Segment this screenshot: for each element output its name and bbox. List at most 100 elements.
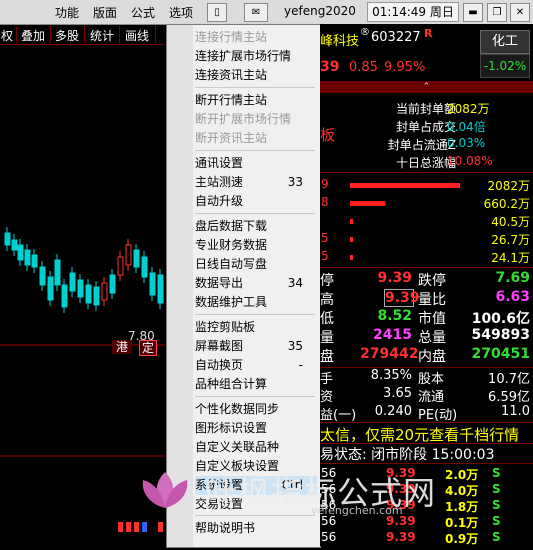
- menu-separator: [195, 87, 315, 88]
- mail-icon[interactable]: ✉: [244, 3, 268, 22]
- menu-item[interactable]: 专业财务数据: [195, 236, 317, 255]
- candle-body: [17, 244, 24, 261]
- candle-body: [133, 249, 140, 268]
- stock-code: 603227: [371, 30, 421, 45]
- menu-item-label: 断开行情主站: [195, 93, 268, 107]
- menu-item[interactable]: 连接扩展市场行情: [195, 47, 317, 66]
- menu-item-shortcut: -: [298, 358, 303, 372]
- menu-item-label: 品种组合计算: [195, 377, 268, 391]
- tick-flag: S: [492, 530, 501, 544]
- minimize-icon[interactable]: ▬: [463, 3, 483, 22]
- user-name[interactable]: yefeng2020: [284, 4, 356, 18]
- order-value: 2082万: [487, 179, 530, 193]
- top-menu-bar: 功能 版面 公式 选项 ▯ ✉ yefeng2020 01:14:49 周日 ▬…: [0, 0, 533, 25]
- menu-item-shortcut: 33: [287, 175, 303, 189]
- quote-label: 市值: [418, 311, 446, 327]
- quote-label: 量: [320, 330, 334, 346]
- quote-value: 2415: [373, 327, 412, 343]
- volume-bar: [158, 522, 163, 532]
- clock: 01:14:49 周日: [367, 2, 459, 22]
- candle-body: [109, 274, 116, 294]
- order-bar: [350, 237, 353, 242]
- menu-item-label: 通讯设置: [195, 156, 244, 170]
- toolbar-overlay[interactable]: 叠加: [21, 27, 45, 44]
- menu-item-label: 数据维护工具: [195, 295, 268, 309]
- seal-value: 10.08%: [447, 154, 493, 168]
- close-icon[interactable]: ✕: [510, 3, 530, 22]
- menu-item[interactable]: 图形标识设置: [195, 419, 317, 438]
- volume-bar: [134, 522, 139, 532]
- toolbar-rights[interactable]: 权: [1, 27, 13, 44]
- menu-separator: [195, 213, 315, 214]
- phone-icon[interactable]: ▯: [207, 3, 227, 22]
- menu-item[interactable]: 断开行情主站: [195, 91, 317, 110]
- menu-item[interactable]: 帮助说明书: [195, 519, 317, 538]
- menu-item[interactable]: 自动升级: [195, 192, 317, 211]
- menu-item[interactable]: 品种组合计算: [195, 375, 317, 394]
- candle-body: [31, 254, 38, 268]
- menu-item-label: 数据导出: [195, 276, 244, 290]
- candle-body: [54, 259, 61, 286]
- quote-value: 549893: [471, 327, 530, 343]
- menu-item: 断开资讯主站: [195, 129, 317, 148]
- candle-body: [4, 232, 11, 246]
- fund-label: 股本: [418, 372, 445, 387]
- sector-button[interactable]: 化工: [480, 30, 530, 54]
- restore-icon[interactable]: ❐: [487, 3, 507, 22]
- menu-item[interactable]: 监控剪贴板: [195, 318, 317, 337]
- candle-body: [24, 249, 31, 266]
- candle-body: [101, 282, 108, 301]
- menu-item[interactable]: 自动换页 -: [195, 356, 317, 375]
- seal-label: 十日总涨幅: [395, 156, 456, 170]
- menu-item[interactable]: 屏幕截图 35: [195, 337, 317, 356]
- menu-function[interactable]: 功能: [55, 4, 79, 21]
- collapse-chevron-icon[interactable]: ⌃: [320, 81, 533, 93]
- seal-label: 封单占成交: [395, 120, 456, 134]
- toolbar-draw-line[interactable]: 画线: [125, 27, 149, 44]
- menu-options[interactable]: 选项: [169, 4, 193, 21]
- r-flag: R: [424, 27, 433, 40]
- menu-item[interactable]: 个性化数据同步: [195, 400, 317, 419]
- toolbar-multi-stock[interactable]: 多股: [55, 27, 79, 44]
- order-bar: [350, 201, 385, 206]
- candle-body: [149, 272, 156, 296]
- quote-value: 9.39: [384, 289, 420, 307]
- candle-body: [93, 286, 100, 306]
- fund-value: 6.59亿: [488, 390, 530, 405]
- menu-item-label: 盘后数据下载: [195, 219, 268, 233]
- menu-item: 断开扩展市场行情: [195, 110, 317, 129]
- menu-separator: [195, 150, 315, 151]
- menu-formula[interactable]: 公式: [131, 4, 155, 21]
- menu-item-label: 连接资讯主站: [195, 68, 268, 82]
- menu-item-shortcut: 35: [287, 339, 303, 353]
- menu-item-label: 断开扩展市场行情: [195, 112, 292, 126]
- menu-item[interactable]: 通讯设置: [195, 154, 317, 173]
- order-value: 40.5万: [491, 215, 530, 229]
- order-bar: [350, 255, 353, 260]
- toolbar-stats[interactable]: 统计: [90, 27, 114, 44]
- order-value: 24.1万: [491, 251, 530, 265]
- menu-item[interactable]: 自定义关联品种: [195, 438, 317, 457]
- quote-label: 总量: [418, 330, 446, 346]
- menu-item[interactable]: 数据导出 34: [195, 274, 317, 293]
- board-label: 板: [320, 126, 336, 144]
- menu-item[interactable]: 主站测速 33: [195, 173, 317, 192]
- quote-value: 9.39: [377, 270, 412, 286]
- notice-link[interactable]: 太信，仅需20元查看千档行情: [320, 424, 519, 445]
- menu-item[interactable]: 连接资讯主站: [195, 66, 317, 85]
- quote-value: 8.52: [377, 308, 412, 324]
- menu-separator: [195, 396, 315, 397]
- menu-item[interactable]: 日线自动写盘: [195, 255, 317, 274]
- fund-value: 10.7亿: [488, 372, 530, 387]
- candle-body: [47, 276, 54, 301]
- menu-layout[interactable]: 版面: [93, 4, 117, 21]
- fund-value: 8.35%: [370, 368, 412, 383]
- candle-body: [85, 284, 92, 304]
- menu-item[interactable]: 盘后数据下载: [195, 217, 317, 236]
- candle-body: [11, 239, 18, 251]
- fund-label: PE(动): [418, 408, 458, 423]
- stock-name: 峰科技: [320, 34, 360, 49]
- fund-value: 0.240: [374, 404, 412, 419]
- menu-item[interactable]: 数据维护工具: [195, 293, 317, 312]
- fund-value: 3.65: [383, 386, 412, 401]
